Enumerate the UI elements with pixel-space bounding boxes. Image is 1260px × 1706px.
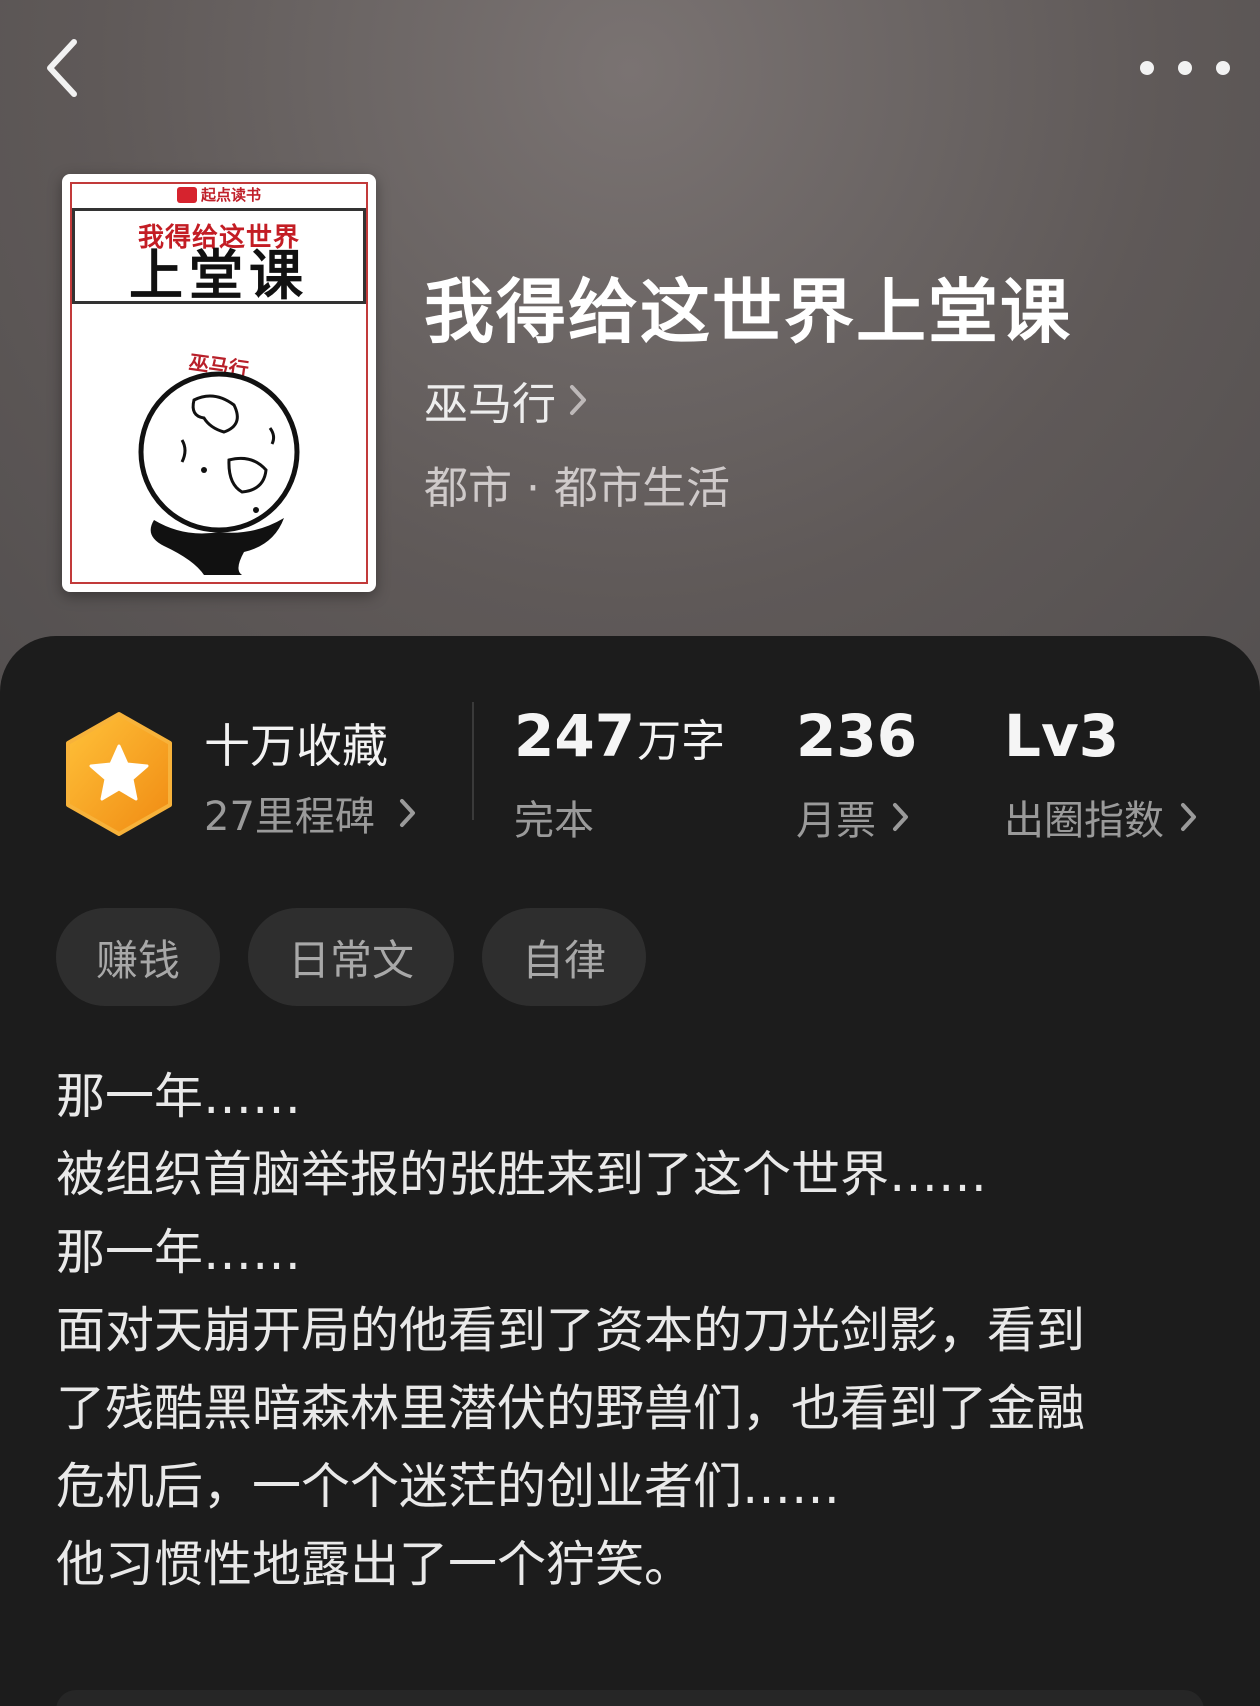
synopsis-line: 被组织首脑举报的张胜来到了这个世界…… — [56, 1146, 988, 1203]
more-button[interactable] — [1140, 52, 1230, 84]
chevron-left-icon — [47, 39, 77, 97]
qidian-logo-icon — [176, 186, 197, 203]
book-category: 都市 · 都市生活 — [424, 463, 730, 514]
synopsis-line: 了残酷黑暗森林里潜伏的野兽们，也看到了金融 — [56, 1380, 1086, 1437]
synopsis-line: 面对天崩开局的他看到了资本的刀光剑影，看到 — [56, 1302, 1086, 1359]
breakout-index-value: Lv3 — [1004, 702, 1120, 770]
synopsis-line: 那一年…… — [56, 1224, 302, 1281]
tag-chip[interactable]: 赚钱 — [56, 908, 221, 1006]
tag-chip[interactable]: 自律 — [482, 908, 647, 1006]
monthly-tickets-stat[interactable]: 236 月票 — [796, 702, 918, 844]
back-button[interactable] — [34, 36, 90, 100]
stats-divider — [472, 702, 474, 820]
book-title: 我得给这世界上堂课 — [424, 270, 1072, 353]
chevron-right-icon — [1181, 803, 1196, 831]
bottom-card-edge — [56, 1690, 1204, 1706]
chevron-right-icon — [570, 385, 586, 415]
word-count-value: 247 — [514, 702, 636, 770]
synopsis-line: 那一年…… — [56, 1068, 302, 1125]
chevron-right-icon — [893, 803, 908, 831]
book-cover[interactable]: 起点读书 我得给这世界 上堂课 巫马行 — [62, 174, 376, 592]
author-link[interactable]: 巫马行 — [424, 372, 588, 430]
cover-title-line2: 上堂课 — [129, 243, 309, 307]
breakout-index-stat[interactable]: Lv3 出圈指数 — [1004, 702, 1196, 844]
completion-status: 完本 — [514, 798, 594, 844]
monthly-tickets-label: 月票 — [796, 798, 876, 844]
synopsis-line: 危机后，一个个迷茫的创业者们…… — [56, 1458, 841, 1515]
cover-brand: 起点读书 — [62, 184, 376, 205]
tag-chip[interactable]: 日常文 — [248, 908, 455, 1006]
more-horizontal-icon — [1140, 61, 1154, 75]
favorites-milestone[interactable]: 十万收藏 27里程碑 — [204, 710, 444, 840]
word-count-unit: 万字 — [637, 716, 726, 767]
synopsis-line: 他习惯性地露出了一个狞笑。 — [56, 1536, 694, 1593]
chevron-right-icon — [399, 799, 415, 827]
star-badge-icon — [66, 712, 172, 836]
breakout-index-label: 出圈指数 — [1004, 798, 1164, 844]
tag-list: 赚钱 日常文 自律 — [56, 908, 647, 1006]
favorites-title: 十万收藏 — [204, 719, 388, 773]
word-count-stat: 247万字 完本 — [514, 702, 726, 844]
synopsis[interactable]: 那一年…… 被组织首脑举报的张胜来到了这个世界…… 那一年…… 面对天崩开局的他… — [56, 1058, 1206, 1604]
author-name: 巫马行 — [424, 379, 556, 430]
cover-title-box: 我得给这世界 上堂课 — [72, 208, 366, 304]
milestone-label: 27里程碑 — [204, 794, 375, 840]
monthly-tickets-value: 236 — [796, 702, 918, 770]
globe-hand-illustration — [138, 371, 300, 575]
